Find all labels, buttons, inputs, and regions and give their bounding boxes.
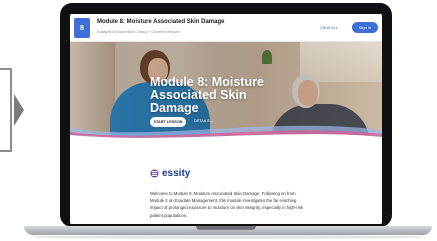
intro-paragraph: Welcome to Module 8: Moisture Associated…	[150, 191, 304, 218]
essity-brand-text: essity	[162, 168, 191, 179]
content-section: essity Welcome to Module 8: Moisture Ass…	[70, 138, 382, 224]
decorative-swoosh	[70, 125, 382, 140]
breadcrumb[interactable]: Essity/Ed-Future/Skin Group › Current Ve…	[97, 29, 181, 34]
essity-mark-icon	[150, 169, 159, 178]
module-title: Module 8: Moisture Associated Skin Damag…	[97, 19, 225, 25]
laptop-shadow	[30, 235, 426, 239]
laptop-screen: 8 Module 8: Moisture Associated Skin Dam…	[70, 14, 382, 224]
sign-in-button[interactable]: Sign in	[352, 22, 378, 33]
hero-title: Module 8: Moisture Associated Skin Damag…	[150, 75, 264, 115]
arrow-right-icon	[14, 94, 24, 126]
laptop-notch	[196, 226, 256, 230]
essity-logo: essity	[150, 168, 190, 179]
app-header: 8 Module 8: Moisture Associated Skin Dam…	[70, 14, 382, 42]
side-frame	[0, 68, 12, 152]
view-all-link[interactable]: VIEW ALL	[320, 25, 338, 30]
module-badge: 8	[74, 18, 90, 38]
